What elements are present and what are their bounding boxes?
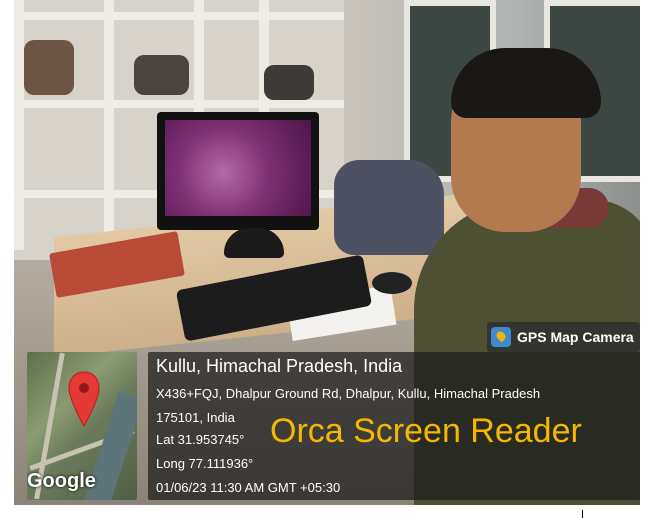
shelf-bag xyxy=(264,65,314,100)
monitor-screen xyxy=(165,120,311,216)
divider xyxy=(582,510,583,518)
computer-mouse xyxy=(372,272,412,294)
shelf-bag xyxy=(134,55,189,95)
address-line-2: 175101, India xyxy=(156,410,235,425)
person-hair xyxy=(451,48,601,118)
map-thumbnail: Google xyxy=(27,352,137,500)
shelf-bag xyxy=(24,40,74,95)
location-title: Kullu, Himachal Pradesh, India xyxy=(156,356,403,376)
backpack xyxy=(334,160,444,255)
google-attribution: Google xyxy=(27,470,96,492)
latitude: Lat 31.953745° xyxy=(156,432,245,447)
address-line-1: X436+FQJ, Dhalpur Ground Rd, Dhalpur, Ku… xyxy=(156,386,541,401)
badge-label: GPS Map Camera xyxy=(517,329,634,345)
shelf-board xyxy=(14,12,344,20)
caption-orca-screen-reader: Orca Screen Reader xyxy=(270,412,582,450)
gps-map-camera-badge: GPS Map Camera xyxy=(487,322,640,352)
shelf-post xyxy=(104,0,114,250)
shelf-board xyxy=(14,100,344,108)
longitude: Long 77.111936° xyxy=(156,456,254,471)
map-pin-app-icon xyxy=(491,327,511,347)
computer-monitor xyxy=(157,112,319,230)
map-pin-icon xyxy=(68,371,100,428)
timestamp: 01/06/23 11:30 AM GMT +05:30 xyxy=(156,480,341,495)
shelf-post xyxy=(14,0,24,250)
